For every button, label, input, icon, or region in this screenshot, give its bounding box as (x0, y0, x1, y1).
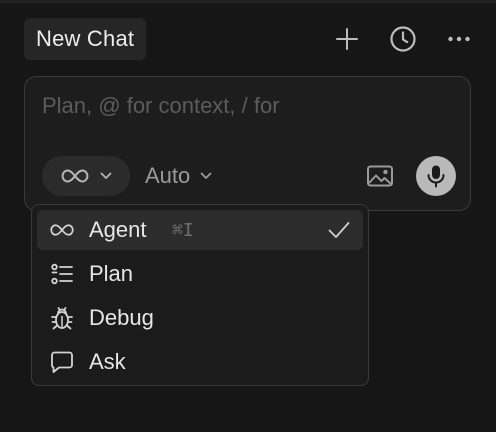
infinity-icon (49, 217, 75, 243)
chevron-down-icon (100, 172, 112, 180)
mode-option-label: Plan (89, 261, 134, 286)
chevron-down-icon (200, 172, 212, 180)
model-selector-button[interactable]: Auto (145, 156, 212, 196)
image-icon (366, 164, 394, 188)
attach-image-button[interactable] (365, 161, 395, 191)
plus-icon (335, 27, 359, 51)
microphone-icon (426, 164, 446, 188)
mode-selector-button[interactable] (42, 156, 130, 196)
mode-option-label: Agent (89, 217, 147, 242)
mode-option-plan[interactable]: Plan (37, 254, 363, 294)
mode-option-debug[interactable]: Debug (37, 298, 363, 338)
microphone-button[interactable] (416, 156, 456, 196)
chat-tab-title: New Chat (36, 26, 135, 51)
chat-bubble-icon (49, 349, 75, 375)
history-button[interactable] (386, 22, 420, 56)
bug-icon (49, 305, 75, 331)
checkmark-icon (327, 218, 351, 242)
mode-dropdown-menu: Agent ⌘I Plan Debug Ask (31, 204, 369, 386)
mode-option-ask[interactable]: Ask (37, 342, 363, 382)
checklist-icon (49, 261, 75, 287)
prompt-input[interactable]: Plan, @ for context, / for (42, 93, 280, 119)
new-chat-button[interactable] (330, 22, 364, 56)
chat-tab[interactable]: New Chat (24, 18, 147, 60)
more-icon (447, 35, 471, 43)
mode-option-label: Ask (89, 349, 126, 374)
composer: Plan, @ for context, / for Auto (24, 76, 471, 211)
chat-header: New Chat (24, 18, 480, 60)
history-icon (389, 25, 417, 53)
keyboard-shortcut: ⌘I (172, 219, 194, 241)
mode-option-agent[interactable]: Agent ⌘I (37, 210, 363, 250)
more-button[interactable] (442, 22, 476, 56)
model-label: Auto (145, 163, 191, 188)
top-divider (0, 0, 496, 3)
infinity-icon (60, 168, 90, 184)
mode-option-label: Debug (89, 305, 154, 330)
